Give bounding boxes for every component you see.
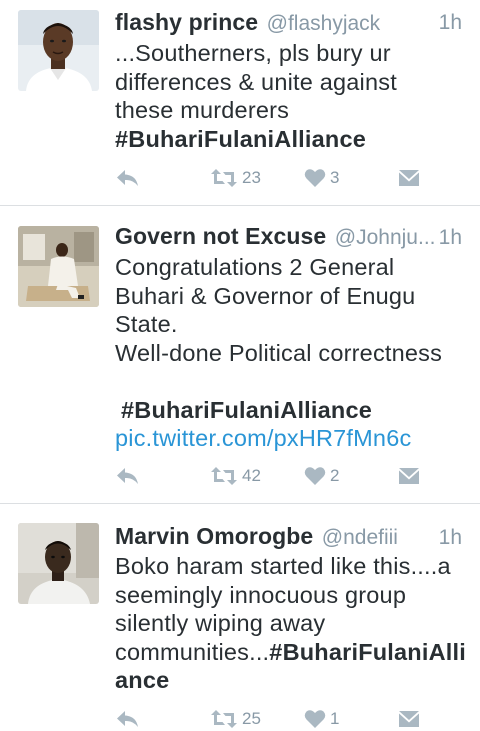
- tweet-item[interactable]: Govern not Excuse @Johnju... 1h Congratu…: [0, 205, 480, 503]
- author-name[interactable]: flashy prince: [115, 9, 258, 35]
- tweet-text-line: these murderers: [115, 97, 290, 123]
- retweet-button[interactable]: 23: [210, 166, 261, 190]
- direct-message-button[interactable]: [398, 707, 420, 731]
- timestamp: 1h: [438, 226, 462, 249]
- author-handle[interactable]: @flashyjack: [267, 12, 381, 35]
- tweet-actions: 23 3: [0, 166, 480, 190]
- retweet-count: 23: [242, 168, 261, 187]
- author-handle[interactable]: @Johnju...: [335, 226, 436, 249]
- retweet-count: 25: [242, 709, 261, 728]
- reply-button[interactable]: [116, 166, 140, 190]
- heart-icon: [304, 169, 326, 187]
- avatar-image: [18, 523, 99, 604]
- like-count: 1: [330, 709, 340, 728]
- tweet-text-line: ...Southerners, pls bury ur: [115, 40, 391, 66]
- tweet-header: Marvin Omorogbe @ndefiii: [115, 523, 466, 553]
- retweet-button[interactable]: 25: [210, 707, 261, 731]
- hashtag-link-continued[interactable]: ance: [115, 666, 466, 695]
- tweet-header: flashy prince @flashyjack: [115, 9, 466, 39]
- envelope-icon: [399, 711, 419, 727]
- avatar[interactable]: [18, 523, 99, 604]
- tweet-item[interactable]: Marvin Omorogbe @ndefiii 1h Boko haram s…: [0, 503, 480, 728]
- timestamp: 1h: [438, 526, 462, 549]
- reply-button[interactable]: [116, 464, 140, 488]
- author-name[interactable]: Govern not Excuse: [115, 223, 326, 249]
- avatar-image: [18, 10, 99, 91]
- tweet-actions: 25 1: [0, 707, 480, 731]
- tweet-text-line: seemingly innocuous group: [115, 581, 407, 608]
- hashtag-link[interactable]: #BuhariFulaniAlli: [269, 639, 466, 665]
- tweet-text-line: Congratulations 2 General: [115, 254, 395, 280]
- tweet-text-line: Buhari & Governor of Enugu: [115, 282, 416, 309]
- tweet-text-line: communities...#BuhariFulaniAlli: [115, 638, 466, 667]
- avatar-image: [18, 226, 99, 307]
- tweet-header: Govern not Excuse @Johnju...: [115, 223, 466, 253]
- tweet-text: Boko haram started like this....a seemin…: [115, 552, 466, 695]
- avatar[interactable]: [18, 226, 99, 307]
- direct-message-button[interactable]: [398, 166, 420, 190]
- timestamp: 1h: [438, 11, 462, 34]
- author-name[interactable]: Marvin Omorogbe: [115, 523, 313, 549]
- hashtag-link[interactable]: #BuhariFulaniAlliance: [115, 125, 466, 154]
- retweet-icon: [211, 169, 237, 187]
- tweet-text: Congratulations 2 General Buhari & Gover…: [115, 253, 466, 453]
- like-count: 2: [330, 466, 340, 485]
- like-count: 3: [330, 168, 340, 187]
- reply-icon: [117, 170, 138, 186]
- author-handle[interactable]: @ndefiii: [322, 526, 398, 549]
- tweet-item[interactable]: flashy prince @flashyjack 1h ...Southern…: [0, 0, 480, 205]
- media-link[interactable]: pic.twitter.com/pxHR7fMn6c: [115, 424, 466, 453]
- retweet-count: 42: [242, 466, 261, 485]
- envelope-icon: [399, 468, 419, 484]
- like-button[interactable]: 3: [304, 166, 339, 190]
- tweet-text-line: Well-done Political correctness: [115, 339, 443, 366]
- like-button[interactable]: 2: [304, 464, 339, 488]
- tweet-text: ...Southerners, pls bury ur differences …: [115, 39, 466, 153]
- tweet-text-fragment: communities...: [115, 638, 270, 665]
- reply-button[interactable]: [116, 707, 140, 731]
- heart-icon: [304, 467, 326, 485]
- avatar[interactable]: [18, 10, 99, 91]
- reply-icon: [117, 468, 138, 484]
- heart-icon: [304, 710, 326, 728]
- tweet-text-line: Boko haram started like this....a: [115, 553, 451, 579]
- tweet-text-line: State.: [115, 311, 178, 337]
- reply-icon: [117, 711, 138, 727]
- tweet-actions: 42 2: [0, 464, 480, 488]
- envelope-icon: [399, 170, 419, 186]
- hashtag-link[interactable]: #BuhariFulaniAlliance: [115, 396, 466, 425]
- retweet-icon: [211, 710, 237, 728]
- like-button[interactable]: 1: [304, 707, 339, 731]
- tweet-text-line: silently wiping away: [115, 610, 326, 636]
- retweet-icon: [211, 467, 237, 485]
- retweet-button[interactable]: 42: [210, 464, 261, 488]
- tweet-text-line: differences & unite against: [115, 68, 397, 95]
- direct-message-button[interactable]: [398, 464, 420, 488]
